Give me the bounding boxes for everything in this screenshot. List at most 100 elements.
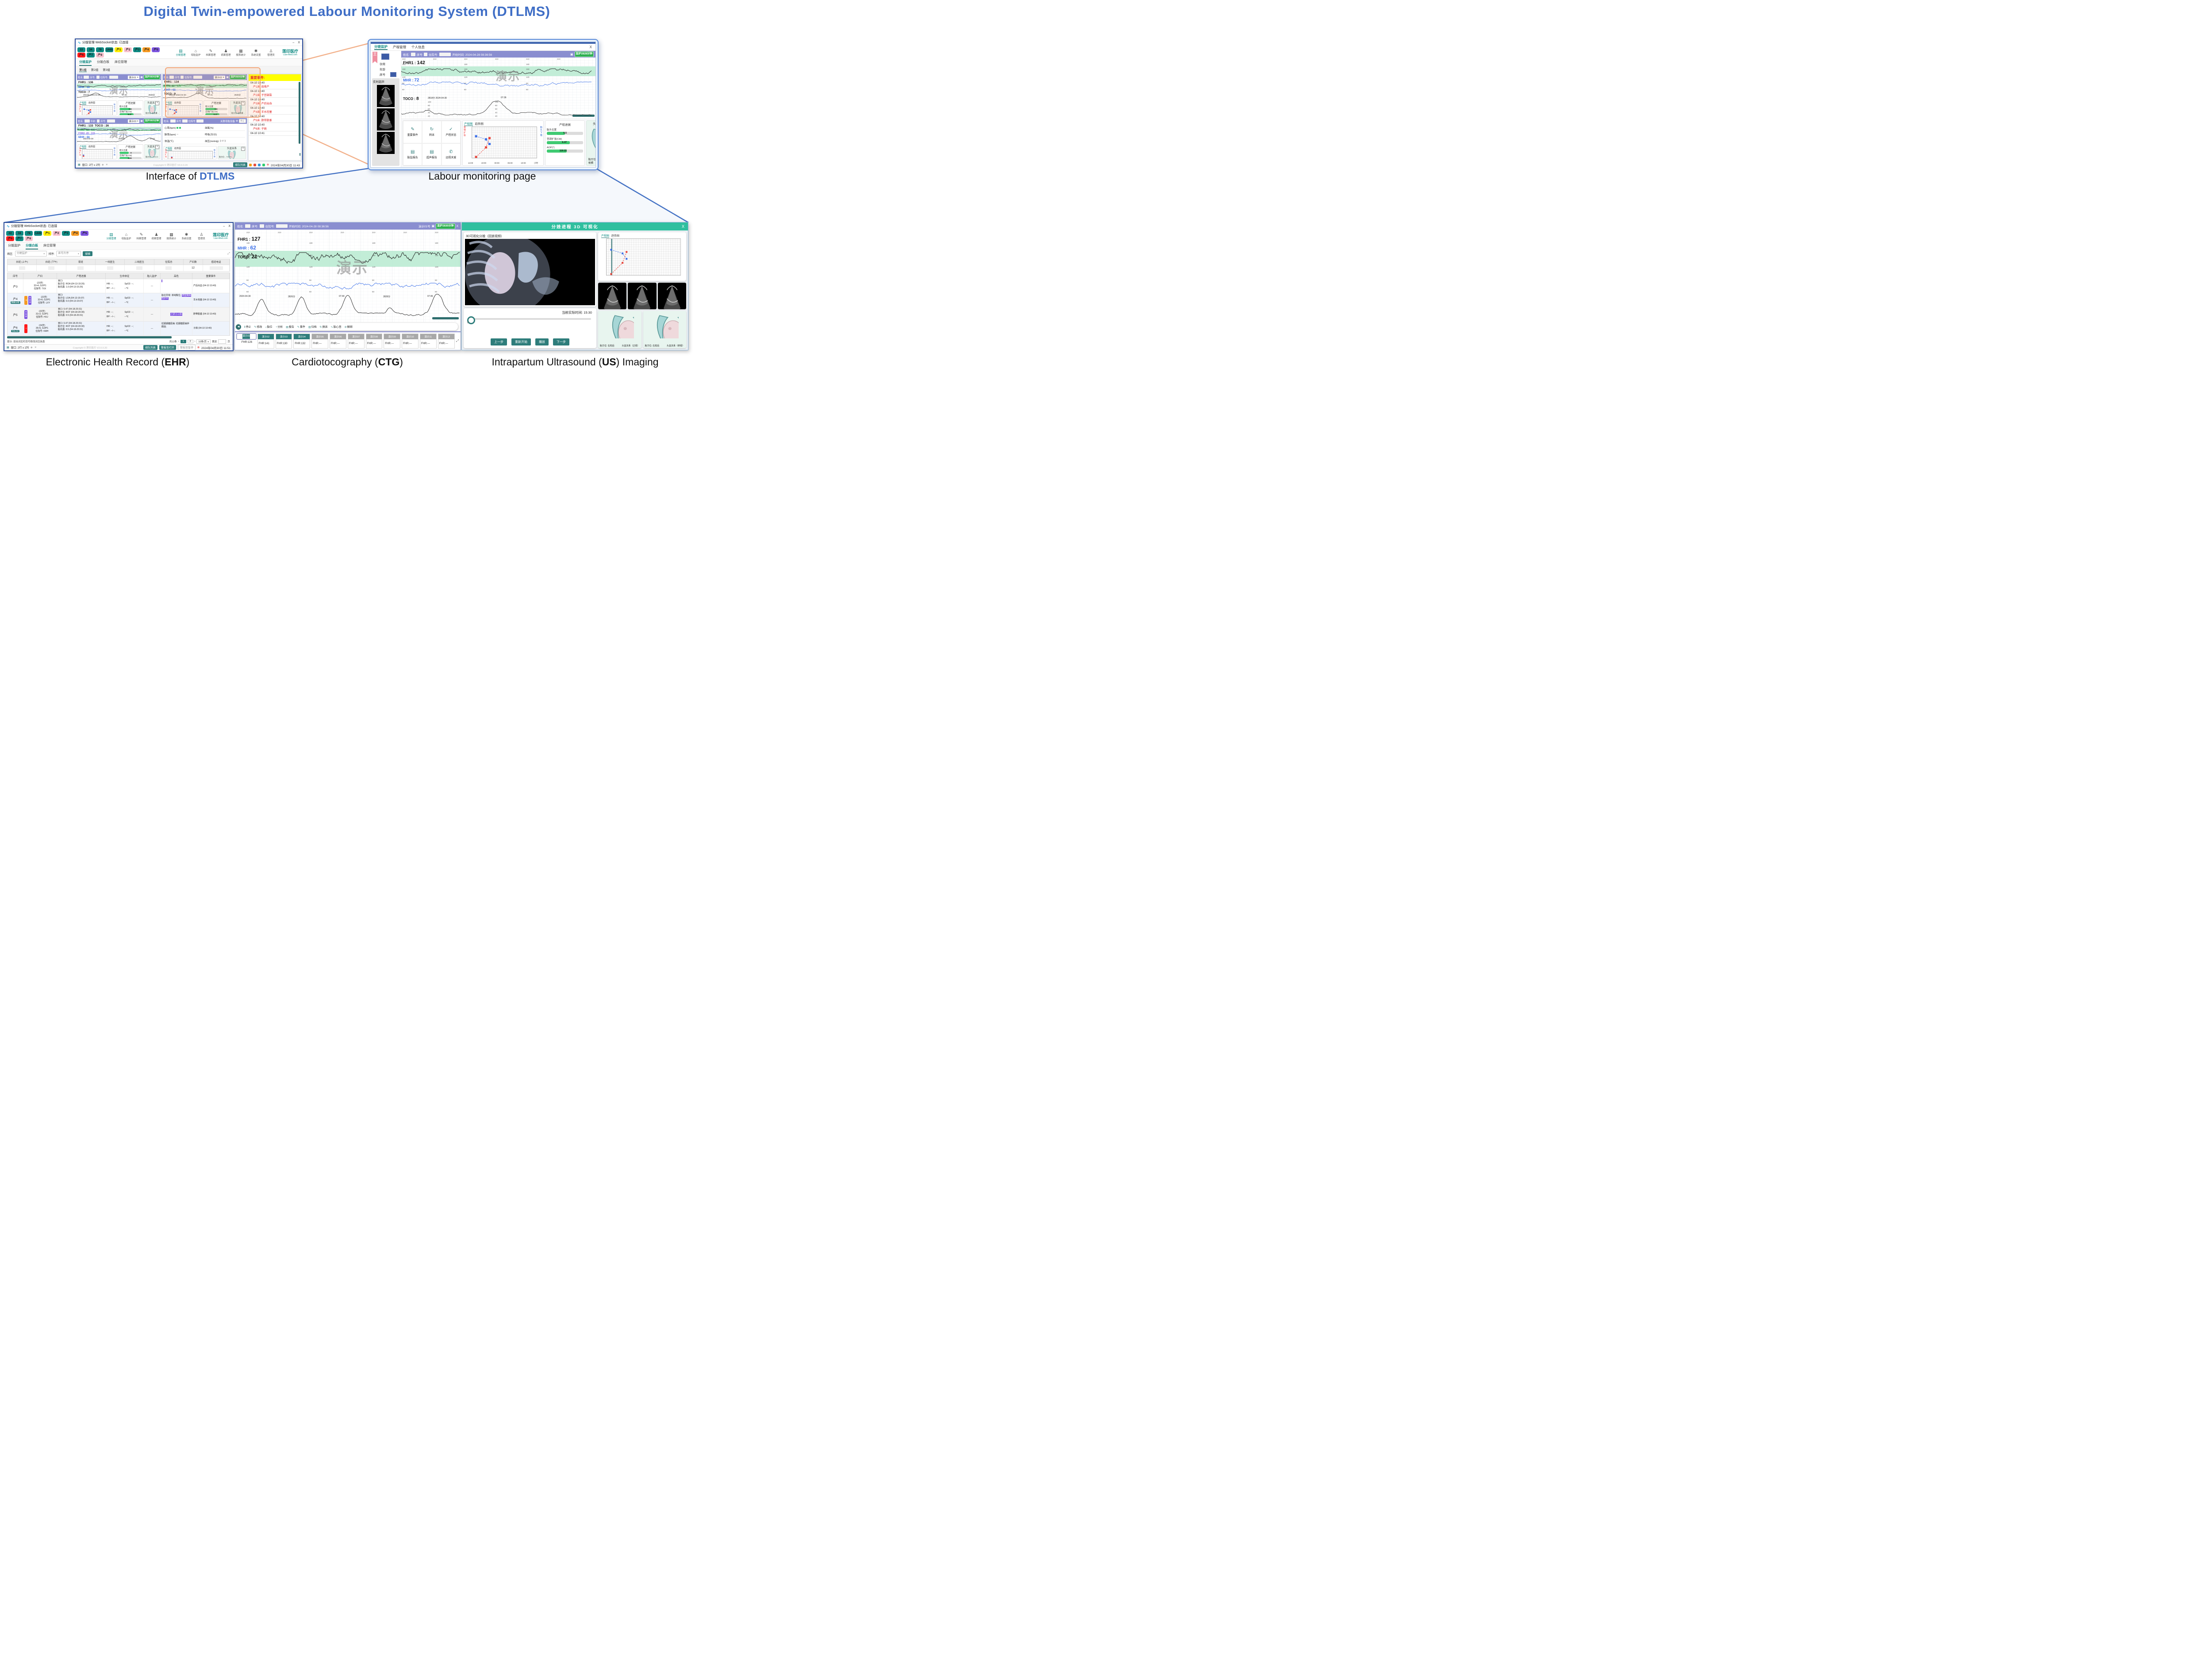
tab-personal-info[interactable]: 个人信息 [411, 45, 425, 50]
tab-partogram[interactable]: 产程图 [601, 234, 609, 238]
nav-case-mgmt[interactable]: ♟病案管理 [150, 232, 162, 240]
collapse-button[interactable]: ◀ [236, 324, 241, 330]
mute-icon[interactable]: ⊗ [197, 346, 200, 349]
bed-badge[interactable]: 产7 [87, 53, 95, 58]
event-item[interactable]: 04-10 10:41 [249, 131, 301, 136]
tab-trend[interactable]: 趋势图 [475, 121, 484, 126]
table-row[interactable]: 产6TOLAC V(24岁)35+6, G2/P1住院号: KMH 宫口: 6.… [8, 322, 230, 335]
bed-badge[interactable]: 1449 [34, 231, 42, 236]
bed-tile[interactable]: 演示12FHR:--- [438, 334, 455, 349]
bed-badge[interactable]: 产4 [142, 47, 150, 52]
tab-delivery-monitor[interactable]: 分娩监护 [8, 243, 20, 249]
playback-slider[interactable] [468, 318, 591, 320]
fullscreen-icon[interactable]: ⤢ [227, 252, 230, 256]
next-page[interactable]: › [195, 340, 196, 343]
analysis-button[interactable]: ◔分析 [276, 325, 283, 329]
nav-report-stats[interactable]: ▦报表统计 [165, 232, 177, 240]
minimize-button[interactable]: – [292, 41, 294, 44]
queue-list-button[interactable]: 排队列表 [233, 162, 247, 167]
nav-delivery-mgmt[interactable]: ▤分娩管理 [105, 232, 117, 240]
dilation-thumb[interactable]: 宫颈扩张0.33 [658, 283, 686, 309]
bed-selector[interactable]: 演示02▼ [214, 76, 225, 79]
unbind-button[interactable]: ⊘解绑 [345, 325, 353, 329]
bed-badge[interactable]: 产8 [96, 53, 104, 58]
ultrasound-thumbnail[interactable] [377, 108, 395, 130]
tab-labour-mgmt[interactable]: 产程管理 [393, 45, 406, 50]
nav-archive-mgmt[interactable]: ✎档案管理 [135, 232, 147, 240]
nav-maternal-monitor[interactable]: ⌂母胎监护 [190, 49, 202, 57]
restart-button[interactable]: 重新开始 [511, 338, 531, 345]
device-icon[interactable]: ▣ [226, 76, 229, 79]
close-button[interactable]: X [457, 225, 458, 228]
bed-tile[interactable]: 演示09FHR:--- [384, 334, 400, 349]
bed-badge[interactable]: 22 [6, 231, 14, 236]
important-event-button[interactable]: ✎重要事件 [403, 121, 422, 143]
device-icon[interactable]: ▣ [570, 53, 573, 56]
bed-tile[interactable]: 演示04FHR:132 [293, 334, 310, 349]
close-button[interactable]: X [298, 41, 300, 44]
close-button[interactable]: X [228, 225, 230, 228]
horizontal-scrollbar[interactable] [7, 336, 172, 338]
page-2[interactable]: 2 [188, 340, 193, 343]
table-row[interactable]: 产3 (23岁)32+4, G2/P1住院号: TXX 宫口:胎方位: ROA … [8, 279, 230, 293]
ultrasound-thumbnail[interactable] [377, 85, 395, 107]
bed-badge[interactable]: 产1 [115, 47, 123, 52]
bed-selector[interactable]: 演示01▼ [128, 76, 139, 79]
bed-tile[interactable]: 演示07FHR:--- [348, 334, 365, 349]
tab-bed-mgmt[interactable]: 床位管理 [115, 60, 127, 66]
pause-icon[interactable]: ‖ [299, 153, 301, 157]
grid-icon[interactable]: ▦ [7, 346, 9, 349]
bed-badge[interactable]: 产3 [62, 231, 70, 236]
labour-status-button[interactable]: ✓产程状态 [442, 121, 461, 143]
bed-badge[interactable]: 产6 [77, 53, 85, 58]
next-step-button[interactable]: 下一步 [553, 338, 569, 345]
pelvis-top-view[interactable]: 胎方位: 右枕后头盆关系（俯视） [643, 311, 687, 348]
tab-trend[interactable]: 趋势图 [88, 101, 95, 105]
nav-admin[interactable]: ♙管理员 [265, 49, 277, 57]
tab-delivery-board[interactable]: 分娩白板 [26, 243, 38, 249]
nav-system-settings[interactable]: ✱系统设置 [180, 232, 192, 240]
queue-list-button[interactable]: 排队列表 [143, 345, 157, 350]
bed-badge[interactable]: 产3 [133, 47, 141, 52]
nav-report-stats[interactable]: ▦报表统计 [235, 49, 247, 57]
bed-badge[interactable]: 产7 [15, 236, 23, 241]
alarm-on-button[interactable]: 警报音打开 [159, 345, 176, 350]
device-icon[interactable]: ▣ [140, 76, 143, 79]
search-button[interactable]: 搜索 [83, 251, 92, 256]
fetal-position-button[interactable]: ♪胎位 [265, 325, 273, 329]
device-icon[interactable]: ▣ [140, 119, 143, 123]
bed-badge[interactable]: 产5 [81, 231, 88, 236]
nav-system-settings[interactable]: ✱系统设置 [250, 49, 262, 57]
tab-group2[interactable]: 第2组 [91, 67, 99, 72]
bed-selector[interactable]: 演示03▼ [128, 119, 139, 123]
us-3d-scene[interactable] [465, 239, 595, 305]
bed-badge[interactable]: 产5 [152, 47, 160, 52]
bed-tile[interactable]: 演示11FHR:--- [420, 334, 437, 349]
bed-tile[interactable]: 演示03FHR:130 [276, 334, 292, 349]
bed-badge[interactable]: 78 [25, 231, 33, 236]
stop-button[interactable]: 停止 [239, 119, 246, 123]
nav-case-mgmt[interactable]: ♟病案管理 [220, 49, 232, 57]
brightness-icon[interactable]: ☀ [106, 163, 108, 166]
ctg-report-button[interactable]: ▤胎监报告 [403, 143, 422, 166]
table-row[interactable]: 产4镇痛分娩 Ⅲ传染病(22岁)32+6, G2/P1住院号: LXY 宫口:胎… [8, 293, 230, 307]
duty-row[interactable]: 12 [8, 265, 230, 271]
change-bed-button[interactable]: ↻换床 [320, 325, 328, 329]
device-icon[interactable]: ▣ [432, 224, 435, 228]
nav-admin[interactable]: ♙管理员 [196, 232, 207, 240]
nav-archive-mgmt[interactable]: ✎档案管理 [205, 49, 217, 57]
tab-trend[interactable]: 趋势图 [88, 145, 95, 149]
prev-page[interactable]: ‹ [178, 340, 179, 343]
stop-button[interactable]: ‖停止 [244, 325, 251, 329]
tab-bed-mgmt[interactable]: 床位管理 [43, 243, 56, 249]
alarm-pause-button[interactable]: 警报音暂停 [178, 345, 196, 350]
jump-page-input[interactable] [218, 339, 226, 344]
bed-tile[interactable]: 演示05FHR:--- [311, 334, 328, 349]
nav-maternal-monitor[interactable]: ⌂母胎监护 [120, 232, 132, 240]
event-item[interactable]: 04-10 10:40产4床: 羊水栓塞 [249, 106, 301, 115]
event-item[interactable]: 04-10 10:40产2床: 子宫破裂 [249, 89, 301, 98]
bed-badge[interactable]: 产4 [71, 231, 79, 236]
remote-care-button[interactable]: ✆远程关爱 [442, 143, 461, 166]
bed-badge[interactable]: 产1 [43, 231, 51, 236]
event-button[interactable]: ✎事件 [297, 325, 305, 329]
